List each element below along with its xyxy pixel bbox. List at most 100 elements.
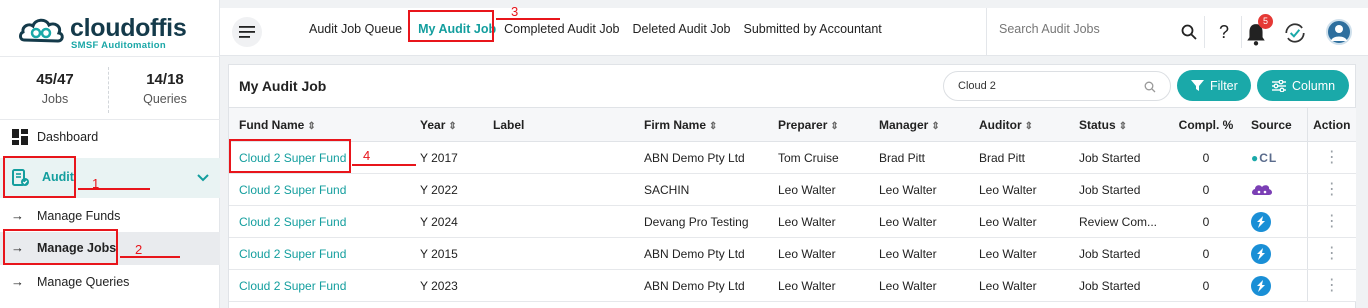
- row-actions-button[interactable]: ⋮: [1306, 205, 1356, 238]
- annotation-box-my-audit-job: [408, 10, 494, 42]
- preparer-cell: Leo Walter: [768, 205, 869, 238]
- global-search: [986, 8, 1204, 56]
- search-input[interactable]: [999, 22, 1169, 36]
- auditor-cell: Leo Walter: [969, 173, 1069, 206]
- chevron-down-icon: [197, 174, 209, 182]
- sort-icon: ⇕: [709, 120, 718, 132]
- top-bar: Audit Job Queue My Audit Job Completed Aud…: [220, 8, 1368, 56]
- cloud-purple-icon: [1252, 185, 1272, 195]
- header-label: Preparer: [778, 117, 828, 132]
- fund-name-link[interactable]: Cloud 2 Super Fund: [229, 173, 410, 206]
- firm-cell: ABN Demo Pty Ltd: [634, 269, 768, 302]
- auditor-cell: Leo Walter: [969, 269, 1069, 302]
- cloud-logo-icon: [19, 18, 64, 43]
- filter-button[interactable]: Filter: [1177, 70, 1251, 101]
- stats-divider: [108, 67, 109, 113]
- column-button[interactable]: Column: [1257, 70, 1349, 101]
- sidebar-item-manage-funds[interactable]: → Manage Funds: [0, 200, 220, 232]
- table-row[interactable]: Cloud 2 Super Fund Y 2023 ABN Demo Pty Ltd…: [229, 269, 1356, 302]
- table-row[interactable]: Cloud 2 Super Fund Y 2017 ABN Demo Pty Ltd…: [229, 141, 1356, 174]
- column-header-preparer[interactable]: Preparer ⇕: [768, 107, 869, 142]
- queries-label: Queries: [143, 92, 187, 106]
- header-label: Action: [1313, 117, 1351, 132]
- stats-panel: 45/47 Jobs 14/18 Queries: [0, 56, 220, 120]
- filter-button-label: Filter: [1210, 79, 1238, 93]
- completion-cell: 0: [1171, 237, 1241, 270]
- row-actions-button[interactable]: ⋮: [1306, 269, 1356, 302]
- sliders-icon: [1272, 80, 1286, 92]
- row-actions-button[interactable]: ⋮: [1306, 141, 1356, 174]
- fund-search-input[interactable]: Cloud 2: [943, 71, 1171, 101]
- header-label: Compl. %: [1178, 117, 1234, 132]
- tab-deleted-audit-job[interactable]: Deleted Audit Job: [633, 22, 731, 36]
- annotation-arrow-2: [120, 256, 180, 258]
- annotation-box-fund-row: [229, 139, 351, 173]
- avatar[interactable]: [1326, 19, 1352, 45]
- table-row[interactable]: Cloud 2 Super Fund Y 2024 Devang Pro Testi…: [229, 205, 1356, 238]
- year-cell: Y 2024: [410, 205, 483, 238]
- auditor-cell: Leo Walter: [969, 237, 1069, 270]
- search-icon[interactable]: [1181, 24, 1197, 40]
- row-actions-button[interactable]: ⋮: [1306, 173, 1356, 206]
- table-row[interactable]: Cloud 2 Super Fund Y 2022 SACHIN Leo Walter…: [229, 173, 1356, 206]
- fund-name-link[interactable]: Cloud 2 Super Fund: [229, 205, 410, 238]
- audit-tabs: Audit Job Queue My Audit Job Completed Aud…: [309, 22, 892, 36]
- fund-name-link[interactable]: Cloud 2 Super Fund: [229, 269, 410, 302]
- arrow-right-icon: →: [11, 208, 24, 223]
- table-row[interactable]: Cloud 2 Super Fund Y 2015 ABN Demo Pty Ltd…: [229, 237, 1356, 270]
- year-cell: Y 2015: [410, 237, 483, 270]
- label-cell: [483, 173, 634, 206]
- sort-icon: ⇕: [830, 120, 839, 132]
- menu-toggle-button[interactable]: [232, 17, 262, 47]
- tab-submitted-by-accountant[interactable]: Submitted by Accountant: [744, 22, 882, 36]
- completion-cell: 0: [1171, 173, 1241, 206]
- sort-icon: ⇕: [1118, 120, 1128, 132]
- sync-blue-icon: [1251, 243, 1271, 264]
- completion-cell: 0: [1171, 269, 1241, 302]
- header-label: Source: [1251, 117, 1292, 132]
- column-header-auditor[interactable]: Auditor ⇕: [969, 107, 1069, 142]
- column-header-fund-name[interactable]: Fund Name ⇕: [229, 107, 410, 142]
- jobs-count: 45/47: [36, 71, 74, 88]
- year-cell: Y 2023: [410, 269, 483, 302]
- notification-badge: 5: [1258, 14, 1273, 29]
- header-label: Manager: [879, 117, 929, 132]
- annotation-number-4: 4: [363, 148, 371, 163]
- source-cell: [1241, 269, 1307, 302]
- fund-name-link[interactable]: Cloud 2 Super Fund: [229, 237, 410, 270]
- source-cell: [1241, 237, 1307, 270]
- kebab-menu-icon: ⋮: [1323, 212, 1340, 230]
- sidebar-item-label: Manage Funds: [37, 209, 121, 223]
- sort-icon: ⇕: [307, 120, 316, 132]
- column-header-status[interactable]: Status ⇕: [1069, 107, 1171, 142]
- row-actions-button[interactable]: ⋮: [1306, 237, 1356, 270]
- kebab-menu-icon: ⋮: [1323, 244, 1340, 262]
- sidebar-item-dashboard[interactable]: Dashboard: [0, 121, 220, 153]
- jobs-stat[interactable]: 45/47 Jobs: [0, 71, 110, 106]
- header-label: Auditor: [979, 117, 1022, 132]
- class-source-icon: ●CL: [1251, 150, 1278, 165]
- manager-cell: Leo Walter: [869, 269, 969, 302]
- sidebar-item-label: Manage Queries: [37, 275, 130, 289]
- brand-logo[interactable]: cloudoffis SMSF Auditomation: [18, 10, 208, 52]
- sync-icon[interactable]: [1283, 21, 1307, 45]
- kebab-menu-icon: ⋮: [1323, 276, 1340, 294]
- hamburger-icon: [239, 26, 255, 38]
- kebab-menu-icon: ⋮: [1323, 148, 1340, 166]
- audit-jobs-table: Fund Name ⇕ Year ⇕ Label Firm Name ⇕ Prepar…: [229, 107, 1356, 302]
- tab-completed-audit-job[interactable]: Completed Audit Job: [504, 22, 619, 36]
- source-cell: [1241, 205, 1307, 238]
- queries-stat[interactable]: 14/18 Queries: [110, 71, 220, 106]
- brand-tagline: SMSF Auditomation: [71, 40, 166, 51]
- help-icon[interactable]: ?: [1212, 20, 1236, 44]
- preparer-cell: Tom Cruise: [768, 141, 869, 174]
- sidebar-item-manage-queries[interactable]: → Manage Queries: [0, 266, 220, 298]
- annotation-number-3: 3: [511, 4, 519, 19]
- tab-audit-job-queue[interactable]: Audit Job Queue: [309, 22, 402, 36]
- column-header-firm-name[interactable]: Firm Name ⇕: [634, 107, 768, 142]
- annotation-arrow-3: [496, 18, 560, 20]
- column-header-year[interactable]: Year ⇕: [410, 107, 483, 142]
- fund-search-value: Cloud 2: [958, 80, 996, 92]
- column-header-manager[interactable]: Manager ⇕: [869, 107, 969, 142]
- firm-cell: Devang Pro Testing: [634, 205, 768, 238]
